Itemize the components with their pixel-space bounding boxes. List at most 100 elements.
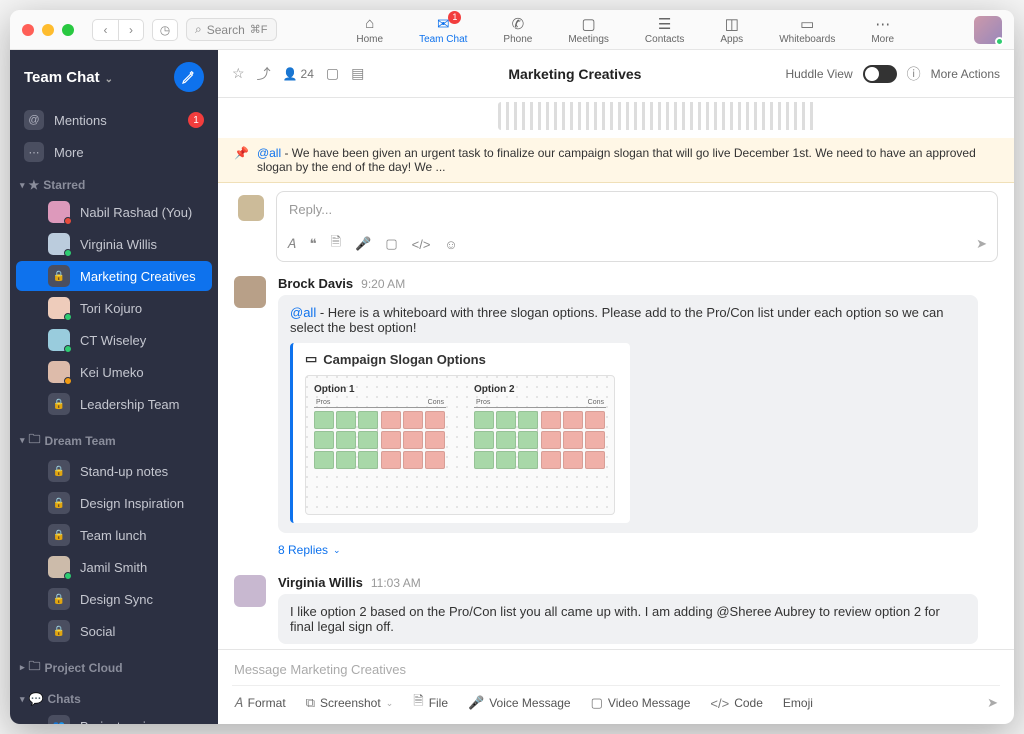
quote-icon[interactable]: ❝ xyxy=(310,236,317,252)
back-button[interactable]: ‹ xyxy=(92,19,118,41)
pinned-message[interactable]: 📌 @all - We have been given an urgent ta… xyxy=(218,138,1014,183)
sidebar-item-brainstorming[interactable]: 👥Brainstorming xyxy=(16,711,212,724)
code-icon[interactable]: </> xyxy=(412,237,431,252)
channel-title: Marketing Creatives xyxy=(374,66,775,82)
sidebar-more[interactable]: ⋯More xyxy=(10,136,218,168)
reply-toolbar: 𝐴 ❝ 🗎 🎤 ▢ </> ☺ ➤ xyxy=(277,227,997,261)
search-input[interactable]: ⌕ Search ⌘F xyxy=(186,18,277,41)
mention-all[interactable]: @all xyxy=(257,146,281,160)
send-icon[interactable]: ➤ xyxy=(987,695,998,711)
history-nav: ‹ › xyxy=(92,19,144,41)
forward-button[interactable]: › xyxy=(118,19,144,41)
message-bubble: @all - Here is a whiteboard with three s… xyxy=(278,295,978,533)
sidebar-item-ct[interactable]: CT Wiseley xyxy=(16,325,212,355)
search-placeholder: Search xyxy=(207,23,245,37)
chevron-down-icon: ⌄ xyxy=(105,74,113,85)
reply-input[interactable]: Reply... xyxy=(277,192,997,227)
minimize-window-icon[interactable] xyxy=(42,24,54,36)
people-icon: 👤 xyxy=(283,67,298,81)
sidebar-title[interactable]: Team Chat⌄ xyxy=(24,69,174,86)
screenshot-icon: ⧉ xyxy=(306,695,315,711)
reply-composer[interactable]: Reply... 𝐴 ❝ 🗎 🎤 ▢ </> ☺ ➤ xyxy=(276,191,998,262)
sidebar-item-tori[interactable]: Tori Kojuro xyxy=(16,293,212,323)
chevron-down-icon: ▾ xyxy=(20,435,25,446)
sidebar-item-kei[interactable]: Kei Umeko xyxy=(16,357,212,387)
message-list: 📌 @all - We have been given an urgent ta… xyxy=(218,98,1014,649)
format-icon: 𝐴 xyxy=(234,695,243,711)
msg-time: 9:20 AM xyxy=(361,277,405,291)
top-nav: ⌂Home ✉ Team Chat 1 ✆Phone ▢Meetings ☰Co… xyxy=(285,13,967,47)
info-icon[interactable]: ⓘ xyxy=(907,64,921,84)
close-window-icon[interactable] xyxy=(22,24,34,36)
sidebar-item-marketing-creatives[interactable]: 🔒Marketing Creatives xyxy=(16,261,212,291)
sidebar-item-jamil[interactable]: Jamil Smith xyxy=(16,552,212,582)
code-button[interactable]: </>Code xyxy=(710,696,762,711)
section-chats[interactable]: ▾💬Chats xyxy=(10,682,218,710)
nav-apps[interactable]: ◫Apps xyxy=(716,13,747,47)
screenshot-button[interactable]: ⧉Screenshot⌄ xyxy=(306,695,394,711)
whiteboard-icon: ▭ xyxy=(798,15,816,33)
sidebar-item-design-sync[interactable]: 🔒Design Sync xyxy=(16,584,212,614)
nav-contacts[interactable]: ☰Contacts xyxy=(641,13,688,47)
replies-button[interactable]: 8 Replies⌄ xyxy=(278,543,998,557)
video-icon: ▢ xyxy=(591,695,603,711)
nav-more[interactable]: ⋯More xyxy=(867,13,898,47)
huddle-toggle[interactable] xyxy=(863,65,897,83)
sidebar-item-leadership[interactable]: 🔒Leadership Team xyxy=(16,389,212,419)
folder-icon: 🗀 xyxy=(29,430,41,451)
composer-input[interactable]: Message Marketing Creatives xyxy=(232,658,1000,685)
sidebar-item-virginia[interactable]: Virginia Willis xyxy=(16,229,212,259)
sidebar-item-design-insp[interactable]: 🔒Design Inspiration xyxy=(16,488,212,518)
sidebar-item-social[interactable]: 🔒Social xyxy=(16,616,212,646)
option-label: Option 2 xyxy=(474,384,606,395)
group-icon: 👥 xyxy=(48,715,70,724)
section-starred[interactable]: ▾★Starred xyxy=(10,168,218,196)
emoji-button[interactable]: Emoji xyxy=(783,696,813,710)
more-icon: ⋯ xyxy=(874,15,892,33)
nav-whiteboards[interactable]: ▭Whiteboards xyxy=(775,13,839,47)
section-dream-team[interactable]: ▾🗀Dream Team xyxy=(10,420,218,455)
option-label: Option 1 xyxy=(314,384,446,395)
file-icon[interactable]: 🗎 xyxy=(331,233,341,255)
voice-button[interactable]: 🎤Voice Message xyxy=(468,695,571,711)
nav-phone[interactable]: ✆Phone xyxy=(499,13,536,47)
profile-avatar[interactable] xyxy=(974,16,1002,44)
mention-all[interactable]: @all xyxy=(290,305,316,320)
maximize-window-icon[interactable] xyxy=(62,24,74,36)
compose-button[interactable] xyxy=(174,62,204,92)
sidebar-item-nabil[interactable]: Nabil Rashad (You) xyxy=(16,197,212,227)
lock-icon: 🔒 xyxy=(48,460,70,482)
avatar xyxy=(48,297,70,319)
huddle-label: Huddle View xyxy=(785,67,852,81)
emoji-icon[interactable]: ☺ xyxy=(444,237,457,252)
sidebar-item-standup[interactable]: 🔒Stand-up notes xyxy=(16,456,212,486)
nav-home[interactable]: ⌂Home xyxy=(352,13,387,47)
send-icon[interactable]: ➤ xyxy=(976,236,987,252)
more-actions-button[interactable]: More Actions xyxy=(931,67,1000,81)
msg-author: Virginia Willis xyxy=(278,575,363,590)
video-button[interactable]: ▢Video Message xyxy=(591,695,691,711)
video-icon: ▢ xyxy=(580,15,598,33)
dots-icon: ⋯ xyxy=(24,142,44,162)
section-project-cloud[interactable]: ▸🗀Project Cloud xyxy=(10,647,218,682)
main-panel: ☆ ⤴ 👤24 ▢ ▤ Marketing Creatives Huddle V… xyxy=(218,50,1014,724)
history-button[interactable]: ◷ xyxy=(152,19,178,41)
mic-icon[interactable]: 🎤 xyxy=(355,236,371,252)
chevron-down-icon: ▾ xyxy=(20,180,25,191)
attachment-thumbnail[interactable] xyxy=(498,102,818,130)
video-icon[interactable]: ▢ xyxy=(385,236,397,252)
sidebar-item-team-lunch[interactable]: 🔒Team lunch xyxy=(16,520,212,550)
format-button[interactable]: 𝐴Format xyxy=(234,695,286,711)
video-start-button[interactable]: ▢ xyxy=(326,65,339,82)
chevron-right-icon: ▸ xyxy=(20,662,25,673)
file-button[interactable]: 🗎File xyxy=(413,692,448,714)
nav-team-chat[interactable]: ✉ Team Chat 1 xyxy=(415,13,471,47)
star-button[interactable]: ☆ xyxy=(232,65,245,82)
whiteboard-card[interactable]: ▭Campaign Slogan Options Option 1 ProsCo… xyxy=(290,343,630,523)
sidebar-mentions[interactable]: @Mentions1 xyxy=(10,104,218,136)
calendar-button[interactable]: ▤ xyxy=(351,65,364,82)
format-icon[interactable]: 𝐴 xyxy=(287,236,296,252)
nav-meetings[interactable]: ▢Meetings xyxy=(564,13,613,47)
members-button[interactable]: 👤24 xyxy=(283,67,314,81)
notify-button[interactable]: ⤴ xyxy=(257,64,271,84)
